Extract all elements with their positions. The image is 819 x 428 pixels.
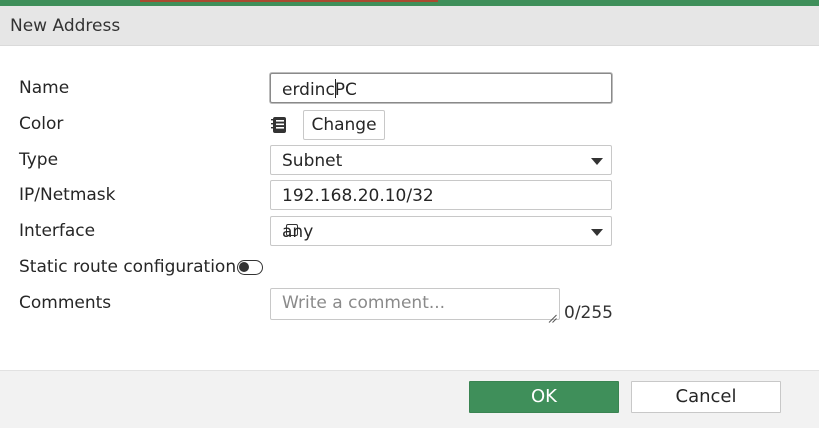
name-input[interactable]: erdincPC — [270, 73, 612, 103]
ip-netmask-value: 192.168.20.10/32 — [282, 186, 434, 206]
ip-netmask-label: IP/Netmask — [19, 185, 116, 205]
ip-netmask-input[interactable]: 192.168.20.10/32 — [270, 180, 612, 210]
static-route-toggle[interactable] — [237, 260, 263, 275]
color-swatch-icon — [270, 116, 288, 134]
dialog-title: New Address — [10, 16, 121, 36]
top-accent-tab — [140, 0, 438, 2]
comments-textarea[interactable]: Write a comment... — [270, 288, 560, 323]
chevron-down-icon — [591, 158, 603, 165]
comments-placeholder: Write a comment... — [282, 293, 446, 313]
resize-grip-icon[interactable] — [548, 308, 557, 323]
type-select-value: Subnet — [282, 151, 343, 171]
dialog-footer: OK Cancel — [0, 370, 819, 428]
interface-select[interactable]: any — [270, 216, 612, 246]
interface-label: Interface — [19, 221, 96, 241]
ok-button[interactable]: OK — [469, 381, 619, 413]
type-select[interactable]: Subnet — [270, 145, 612, 175]
comments-counter: 0/255 — [564, 303, 613, 323]
chevron-down-icon — [591, 229, 603, 236]
name-label: Name — [19, 78, 70, 98]
interface-select-value: any — [282, 222, 314, 242]
change-color-button[interactable]: Change — [303, 110, 385, 140]
comments-label: Comments — [19, 293, 112, 313]
type-label: Type — [19, 150, 59, 170]
color-label: Color — [19, 114, 64, 134]
static-route-label: Static route configuration — [19, 257, 237, 277]
name-input-value: erdincPC — [282, 79, 357, 100]
dialog-header: New Address — [0, 6, 819, 46]
cancel-button[interactable]: Cancel — [631, 381, 781, 413]
toggle-knob — [239, 262, 249, 272]
